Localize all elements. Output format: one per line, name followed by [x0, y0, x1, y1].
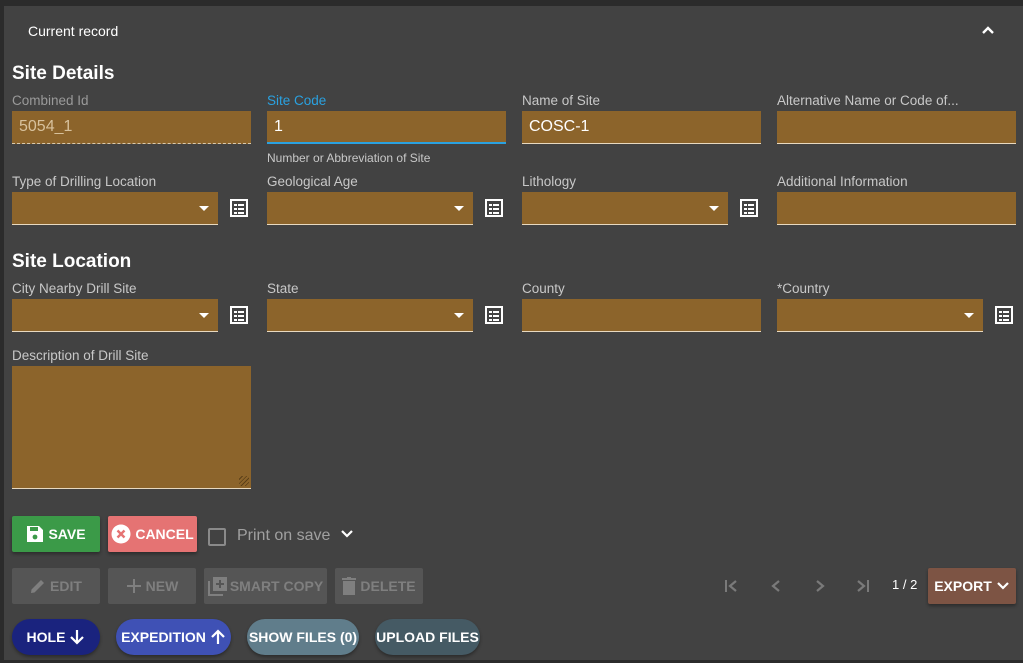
county-input[interactable] — [522, 299, 761, 332]
county-label: County — [522, 281, 565, 296]
list-icon[interactable] — [230, 306, 248, 324]
upload-files-button[interactable]: UPLOAD FILES — [375, 619, 480, 655]
lithology-label: Lithology — [522, 174, 577, 189]
trash-icon — [342, 577, 357, 595]
drilling-location-label: Type of Drilling Location — [12, 174, 157, 189]
description-label: Description of Drill Site — [12, 348, 149, 363]
print-on-save-label: Print on save — [237, 527, 331, 544]
expedition-label: EXPEDITION — [121, 629, 206, 645]
city-label: City Nearby Drill Site — [12, 281, 137, 296]
list-icon[interactable] — [740, 199, 758, 217]
geological-age-label: Geological Age — [267, 174, 358, 189]
alt-name-label: Alternative Name or Code of... — [777, 93, 959, 108]
edit-button[interactable]: EDIT — [12, 568, 100, 604]
city-select[interactable] — [12, 299, 218, 332]
chevron-down-icon[interactable] — [340, 527, 354, 541]
site-code-hint: Number or Abbreviation of Site — [267, 151, 431, 165]
show-files-label: SHOW FILES (0) — [248, 629, 358, 645]
copy-plus-icon — [207, 577, 227, 596]
hole-label: HOLE — [26, 629, 66, 645]
resize-handle-icon[interactable] — [239, 476, 249, 486]
smart-copy-button[interactable]: SMART COPY — [204, 568, 327, 604]
print-on-save-checkbox[interactable] — [208, 528, 226, 546]
plus-icon — [126, 579, 141, 593]
last-page-icon[interactable] — [855, 578, 871, 594]
country-select[interactable] — [777, 299, 983, 332]
dropdown-caret-icon — [199, 206, 209, 211]
name-of-site-label: Name of Site — [522, 93, 601, 108]
previous-page-icon[interactable] — [768, 578, 784, 594]
arrow-down-icon — [70, 630, 85, 645]
pencil-icon — [31, 580, 45, 593]
lithology-select[interactable] — [522, 192, 728, 225]
site-code-input[interactable]: 1 — [267, 111, 506, 144]
cancel-label: CANCEL — [135, 526, 194, 542]
cancel-button[interactable]: CANCEL — [108, 516, 197, 552]
export-button[interactable]: EXPORT — [928, 568, 1016, 604]
description-textarea[interactable] — [12, 366, 251, 489]
country-label: *Country — [777, 281, 830, 296]
dropdown-caret-icon — [454, 206, 464, 211]
floppy-disk-icon — [27, 526, 44, 542]
list-icon[interactable] — [230, 199, 248, 217]
site-location-heading: Site Location — [12, 251, 132, 272]
list-icon[interactable] — [485, 199, 503, 217]
export-label: EXPORT — [934, 578, 992, 594]
name-of-site-input[interactable]: COSC-1 — [522, 111, 761, 144]
additional-info-input[interactable] — [777, 192, 1016, 225]
save-label: SAVE — [48, 526, 86, 542]
combined-id-field: 5054_1 — [12, 111, 251, 144]
name-of-site-value: COSC-1 — [529, 118, 590, 135]
cancel-circle-icon — [111, 524, 131, 544]
chevron-down-icon — [997, 582, 1009, 590]
edit-label: EDIT — [50, 578, 82, 594]
combined-id-label: Combined Id — [12, 93, 89, 108]
site-details-heading: Site Details — [12, 63, 115, 84]
combined-id-value: 5054_1 — [19, 118, 73, 135]
new-label: NEW — [145, 578, 179, 594]
dropdown-caret-icon — [199, 313, 209, 318]
upload-files-label: UPLOAD FILES — [376, 629, 479, 645]
dropdown-caret-icon — [709, 206, 719, 211]
expedition-button[interactable]: EXPEDITION — [116, 619, 231, 655]
state-select[interactable] — [267, 299, 473, 332]
hole-button[interactable]: HOLE — [12, 619, 100, 655]
site-code-label: Site Code — [267, 93, 327, 108]
smart-copy-label: SMART COPY — [229, 578, 324, 594]
dropdown-caret-icon — [964, 313, 974, 318]
alt-name-input[interactable] — [777, 111, 1016, 144]
next-page-icon[interactable] — [812, 578, 828, 594]
chevron-up-icon[interactable] — [980, 22, 996, 38]
dropdown-caret-icon — [454, 313, 464, 318]
save-button[interactable]: SAVE — [12, 516, 100, 552]
current-record-panel: Current record Site Details Combined Id … — [4, 6, 1023, 660]
page-indicator: 1 / 2 — [892, 577, 918, 592]
delete-button[interactable]: DELETE — [335, 568, 423, 604]
new-button[interactable]: NEW — [108, 568, 196, 604]
additional-info-label: Additional Information — [777, 174, 908, 189]
geological-age-select[interactable] — [267, 192, 473, 225]
state-label: State — [267, 281, 299, 296]
list-icon[interactable] — [485, 306, 503, 324]
site-code-value: 1 — [274, 118, 283, 135]
show-files-button[interactable]: SHOW FILES (0) — [247, 619, 359, 655]
delete-label: DELETE — [360, 578, 416, 594]
drilling-location-select[interactable] — [12, 192, 218, 225]
arrow-up-icon — [211, 629, 225, 644]
first-page-icon[interactable] — [723, 578, 739, 594]
list-icon[interactable] — [995, 306, 1013, 324]
panel-title: Current record — [28, 23, 119, 39]
